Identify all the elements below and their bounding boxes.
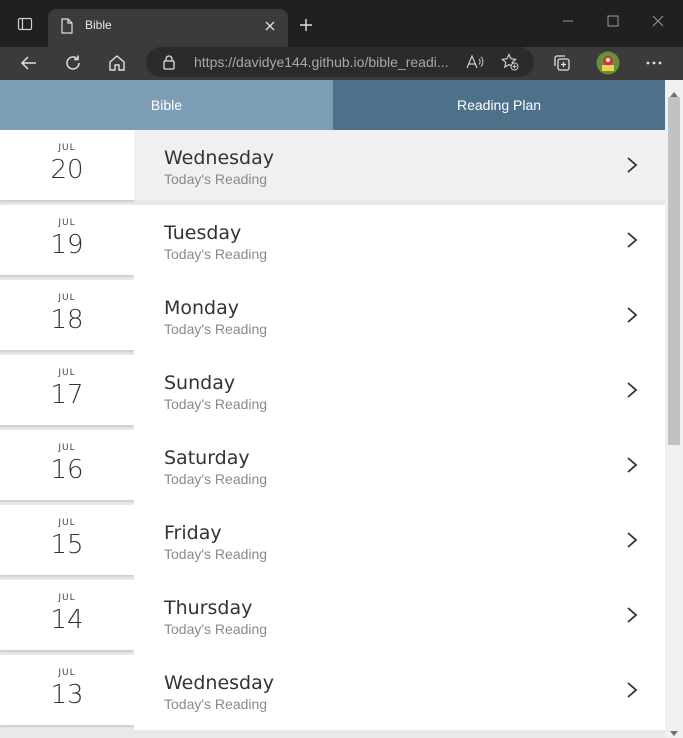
reading-row[interactable]: JUL 19 Tuesday Today's Reading [0, 205, 665, 280]
reading-row-body[interactable]: Wednesday Today's Reading [134, 655, 665, 730]
tab-actions-icon[interactable] [8, 10, 42, 38]
url-host: https://davidye144.github.io [194, 54, 365, 70]
minimize-icon[interactable] [545, 8, 591, 34]
date-day: 19 [50, 230, 84, 260]
chevron-right-icon[interactable] [624, 530, 640, 550]
browser-tab[interactable]: Bible [48, 9, 288, 47]
weekday-label: Saturday [164, 447, 250, 469]
scrollbar[interactable] [665, 80, 683, 738]
date-box: JUL 14 [0, 580, 134, 650]
reading-row[interactable]: JUL 18 Monday Today's Reading [0, 280, 665, 355]
date-day: 16 [50, 455, 84, 485]
reading-row[interactable]: JUL 15 Friday Today's Reading [0, 505, 665, 580]
chevron-right-icon[interactable] [624, 455, 640, 475]
reading-row-body[interactable]: Sunday Today's Reading [134, 355, 665, 430]
date-month: JUL [58, 668, 76, 678]
window-close-icon[interactable] [635, 8, 681, 34]
reading-row-body[interactable]: Friday Today's Reading [134, 505, 665, 580]
date-month: JUL [58, 593, 76, 603]
date-month: JUL [58, 293, 76, 303]
reading-list: JUL 20 Wednesday Today's Reading JUL 19 Tuesda… [0, 130, 665, 730]
chevron-right-icon[interactable] [624, 680, 640, 700]
date-box: JUL 17 [0, 355, 134, 425]
weekday-label: Sunday [164, 372, 236, 394]
date-day: 14 [50, 605, 84, 635]
date-box: JUL 16 [0, 430, 134, 500]
weekday-label: Wednesday [164, 147, 275, 169]
date-day: 20 [50, 155, 84, 185]
date-box: JUL 19 [0, 205, 134, 275]
date-day: 15 [50, 530, 84, 560]
tab-bible[interactable]: Bible [0, 80, 333, 130]
date-box: JUL 18 [0, 280, 134, 350]
date-day: 13 [50, 680, 84, 710]
reading-row[interactable]: JUL 20 Wednesday Today's Reading [0, 130, 665, 205]
browser-toolbar: https://davidye144.github.io/bible_readi… [0, 47, 683, 80]
page-icon [60, 18, 74, 39]
date-month: JUL [58, 143, 76, 153]
reading-row[interactable]: JUL 13 Wednesday Today's Reading [0, 655, 665, 730]
reading-row-body[interactable]: Monday Today's Reading [134, 280, 665, 355]
date-day: 17 [50, 380, 84, 410]
reading-subtitle: Today's Reading [164, 321, 268, 337]
browser-titlebar: Bible [0, 0, 683, 47]
read-aloud-icon[interactable] [466, 53, 484, 71]
tab-reading-plan[interactable]: Reading Plan [333, 80, 665, 130]
chevron-right-icon[interactable] [624, 305, 640, 325]
reading-row[interactable]: JUL 16 Saturday Today's Reading [0, 430, 665, 505]
weekday-label: Friday [164, 522, 222, 544]
address-bar[interactable]: https://davidye144.github.io/bible_readi… [146, 47, 534, 77]
date-box: JUL 20 [0, 130, 134, 200]
more-icon[interactable] [638, 48, 670, 78]
reading-subtitle: Today's Reading [164, 471, 268, 487]
date-box: JUL 15 [0, 505, 134, 575]
reading-row-body[interactable]: Wednesday Today's Reading [134, 130, 665, 200]
weekday-label: Wednesday [164, 672, 275, 694]
chevron-right-icon[interactable] [624, 230, 640, 250]
home-icon[interactable] [101, 48, 133, 78]
star-add-icon[interactable] [501, 53, 519, 71]
chevron-right-icon[interactable] [624, 605, 640, 625]
scrollbar-thumb[interactable] [668, 97, 680, 445]
date-month: JUL [58, 218, 76, 228]
refresh-icon[interactable] [57, 48, 89, 78]
chevron-right-icon[interactable] [624, 380, 640, 400]
date-box: JUL 13 [0, 655, 134, 725]
reading-subtitle: Today's Reading [164, 621, 268, 637]
weekday-label: Thursday [164, 597, 253, 619]
reading-row-body[interactable]: Saturday Today's Reading [134, 430, 665, 505]
tab-title: Bible [85, 18, 112, 32]
weekday-label: Tuesday [164, 222, 242, 244]
reading-row-body[interactable]: Thursday Today's Reading [134, 580, 665, 655]
reading-subtitle: Today's Reading [164, 396, 268, 412]
page-content: Bible Reading Plan JUL 20 Wednesday Today's… [0, 80, 665, 738]
page-tabs: Bible Reading Plan [0, 80, 665, 130]
maximize-icon[interactable] [590, 8, 636, 34]
url-path: /bible_readi... [364, 54, 449, 70]
reading-subtitle: Today's Reading [164, 546, 268, 562]
collections-icon[interactable] [546, 48, 578, 78]
reading-row[interactable]: JUL 17 Sunday Today's Reading [0, 355, 665, 430]
plus-icon[interactable] [294, 13, 318, 37]
back-arrow-icon[interactable] [13, 48, 45, 78]
reading-subtitle: Today's Reading [164, 171, 268, 187]
date-day: 18 [50, 305, 84, 335]
lock-icon[interactable] [162, 54, 176, 75]
date-month: JUL [58, 443, 76, 453]
reading-row-body[interactable]: Tuesday Today's Reading [134, 205, 665, 280]
reading-row[interactable]: JUL 14 Thursday Today's Reading [0, 580, 665, 655]
date-month: JUL [58, 368, 76, 378]
reading-subtitle: Today's Reading [164, 696, 268, 712]
avatar[interactable] [592, 48, 624, 78]
chevron-right-icon[interactable] [624, 155, 640, 175]
date-month: JUL [58, 518, 76, 528]
url-text: https://davidye144.github.io/bible_readi… [194, 54, 449, 70]
close-icon[interactable] [260, 16, 280, 36]
weekday-label: Monday [164, 297, 240, 319]
scroll-down-icon[interactable] [670, 724, 678, 738]
reading-subtitle: Today's Reading [164, 246, 268, 262]
